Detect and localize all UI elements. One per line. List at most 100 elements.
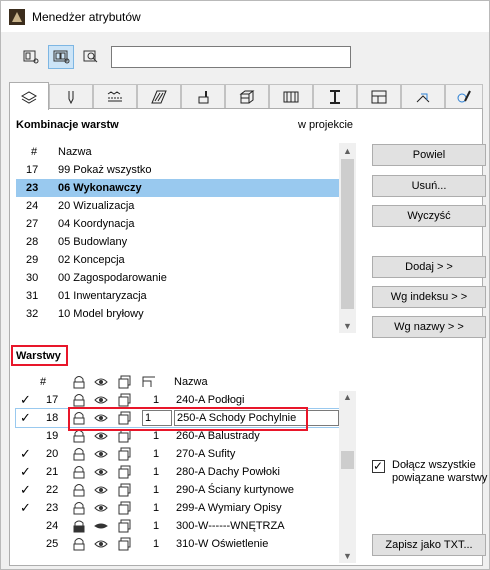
paint-brush-icon bbox=[198, 91, 209, 104]
hidden-eye-icon[interactable] bbox=[94, 519, 108, 533]
window-title: Menedżer atrybutów bbox=[32, 10, 141, 24]
scroll-thumb[interactable] bbox=[341, 159, 354, 309]
list-item[interactable]: 17 99 Pokaż wszystko bbox=[16, 161, 339, 179]
visibility-eye-icon[interactable] bbox=[94, 501, 108, 515]
layer-number: 21 bbox=[46, 466, 59, 478]
list-item[interactable]: 29 02 Koncepcja bbox=[16, 251, 339, 269]
lock-icon[interactable] bbox=[72, 483, 86, 497]
search-input[interactable] bbox=[111, 46, 351, 68]
tab-fills[interactable] bbox=[137, 84, 181, 109]
layers-icon bbox=[21, 91, 37, 104]
clear-button[interactable]: Wyczyść bbox=[372, 205, 486, 227]
tab-graphic-overrides[interactable] bbox=[445, 84, 483, 109]
wireframe-icon[interactable] bbox=[117, 501, 131, 515]
checkmark-icon[interactable]: ✓ bbox=[20, 446, 31, 462]
item-name: 05 Budowlany bbox=[58, 236, 128, 248]
wireframe-icon[interactable] bbox=[117, 537, 131, 551]
tab-layers[interactable] bbox=[9, 82, 49, 110]
include-layers-checkbox[interactable]: ✓ bbox=[372, 459, 385, 473]
new-button[interactable]: Powiel bbox=[372, 144, 486, 166]
lock-icon[interactable] bbox=[72, 465, 86, 479]
search-view-button[interactable] bbox=[78, 45, 104, 69]
visibility-eye-icon[interactable] bbox=[94, 429, 108, 443]
tab-line-types[interactable] bbox=[93, 84, 137, 109]
wireframe-icon[interactable] bbox=[117, 483, 131, 497]
tab-profiles[interactable] bbox=[313, 84, 357, 109]
checkmark-icon[interactable]: ✓ bbox=[20, 464, 31, 480]
tab-composites[interactable] bbox=[269, 84, 313, 109]
list-item[interactable]: 27 04 Koordynacja bbox=[16, 215, 339, 233]
table-row[interactable]: 25 1 310-W Oświetlenie bbox=[16, 535, 339, 553]
scroll-down-icon[interactable]: ▼ bbox=[343, 551, 352, 561]
tab-surfaces[interactable] bbox=[181, 84, 225, 109]
list-item[interactable]: 24 20 Wizualizacja bbox=[16, 197, 339, 215]
split-view-icon bbox=[53, 50, 70, 64]
item-name: 20 Wizualizacja bbox=[58, 200, 135, 212]
list-item[interactable]: 32 10 Model bryłowy bbox=[16, 305, 339, 323]
pen-number: 1 bbox=[153, 538, 160, 550]
list-item[interactable]: 31 01 Inwentaryzacja bbox=[16, 287, 339, 305]
scroll-up-icon[interactable]: ▲ bbox=[343, 392, 352, 402]
combinations-scrollbar[interactable]: ▲ ▼ bbox=[339, 143, 356, 333]
wireframe-icon[interactable] bbox=[117, 465, 131, 479]
single-view-button[interactable] bbox=[18, 45, 44, 69]
by-name-button[interactable]: Wg nazwy > > bbox=[372, 316, 486, 338]
tab-pens[interactable] bbox=[49, 84, 93, 109]
layers-scrollbar[interactable]: ▲ ▼ bbox=[339, 391, 356, 563]
scroll-thumb[interactable] bbox=[341, 451, 354, 469]
visibility-eye-icon[interactable] bbox=[94, 465, 108, 479]
list-item[interactable]: 28 05 Budowlany bbox=[16, 233, 339, 251]
tab-mep-systems[interactable] bbox=[401, 84, 445, 109]
save-as-txt-button[interactable]: Zapisz jako TXT... bbox=[372, 534, 486, 556]
table-row[interactable]: ✓ 23 1 299-A Wymiary Opisy bbox=[16, 499, 339, 517]
item-name: 00 Zagospodarowanie bbox=[58, 272, 167, 284]
item-number: 17 bbox=[26, 164, 39, 176]
tab-zone-categories[interactable] bbox=[357, 84, 401, 109]
visibility-eye-icon[interactable] bbox=[94, 393, 108, 407]
wireframe-icon bbox=[118, 375, 131, 389]
scroll-up-icon[interactable]: ▲ bbox=[343, 146, 352, 156]
table-row[interactable]: ✓ 21 1 280-A Dachy Powłoki bbox=[16, 463, 339, 481]
checkmark-icon[interactable]: ✓ bbox=[20, 482, 31, 498]
fill-icon bbox=[151, 90, 167, 104]
tab-building-materials[interactable] bbox=[225, 84, 269, 109]
col-name: Nazwa bbox=[58, 146, 92, 158]
table-row[interactable]: ✓ 20 1 270-A Sufity bbox=[16, 445, 339, 463]
visibility-eye-icon[interactable] bbox=[94, 483, 108, 497]
layer-name: 260-A Balustrady bbox=[176, 430, 260, 442]
visibility-eye-icon[interactable] bbox=[94, 447, 108, 461]
wireframe-icon[interactable] bbox=[117, 447, 131, 461]
add-button[interactable]: Dodaj > > bbox=[372, 256, 486, 278]
list-item[interactable]: 23 06 Wykonawczy bbox=[16, 179, 339, 197]
layer-number: 22 bbox=[46, 484, 59, 496]
item-name: 06 Wykonawczy bbox=[58, 182, 142, 194]
checkmark-icon[interactable]: ✓ bbox=[20, 392, 31, 408]
wireframe-icon[interactable] bbox=[117, 429, 131, 443]
by-index-button[interactable]: Wg indeksu > > bbox=[372, 286, 486, 308]
visibility-eye-icon[interactable] bbox=[94, 537, 108, 551]
lock-icon[interactable] bbox=[72, 393, 86, 407]
table-row[interactable]: ✓ 22 1 290-A Ściany kurtynowe bbox=[16, 481, 339, 499]
lock-icon[interactable] bbox=[72, 447, 86, 461]
checkmark-icon[interactable]: ✓ bbox=[20, 410, 31, 426]
lock-closed-icon[interactable] bbox=[72, 519, 86, 533]
list-item[interactable]: 30 00 Zagospodarowanie bbox=[16, 269, 339, 287]
layer-number: 24 bbox=[46, 520, 59, 532]
item-name: 99 Pokaż wszystko bbox=[58, 164, 152, 176]
list-header: # Nazwa bbox=[16, 373, 356, 391]
delete-button[interactable]: Usuń... bbox=[372, 175, 486, 197]
lock-icon[interactable] bbox=[72, 429, 86, 443]
list-header: # Nazwa bbox=[16, 143, 356, 161]
table-row[interactable]: 24 1 300-W------WNĘTRZA bbox=[16, 517, 339, 535]
title-bar: Menedżer atrybutów bbox=[1, 1, 489, 32]
scroll-down-icon[interactable]: ▼ bbox=[343, 321, 352, 331]
checkmark-icon: ✓ bbox=[373, 459, 384, 473]
lock-icon[interactable] bbox=[72, 537, 86, 551]
zone-icon bbox=[371, 90, 387, 104]
checkmark-icon[interactable]: ✓ bbox=[20, 500, 31, 516]
lock-icon[interactable] bbox=[72, 501, 86, 515]
split-view-button[interactable] bbox=[48, 45, 74, 69]
wireframe-icon[interactable] bbox=[117, 393, 131, 407]
wireframe-icon[interactable] bbox=[117, 519, 131, 533]
col-number: # bbox=[40, 376, 47, 388]
